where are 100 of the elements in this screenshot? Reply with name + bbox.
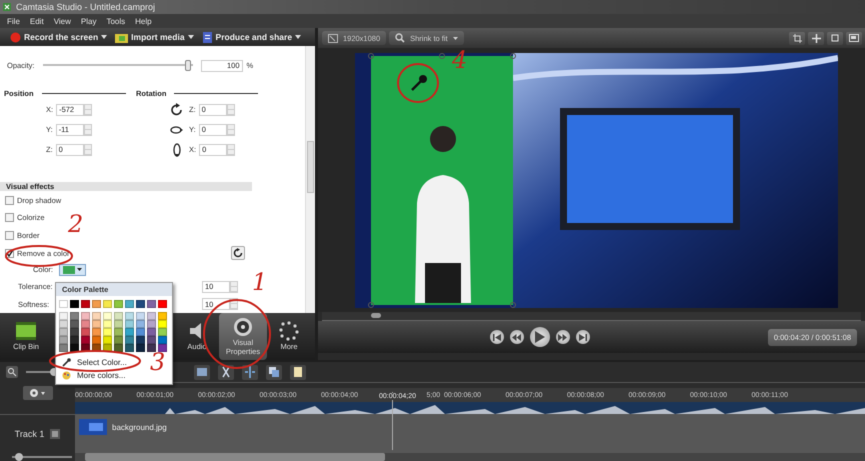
checkbox[interactable] <box>5 231 14 240</box>
color-swatch[interactable] <box>114 300 123 308</box>
color-swatch[interactable] <box>147 344 156 352</box>
lock-button[interactable] <box>50 429 60 439</box>
color-swatch[interactable] <box>158 344 167 352</box>
color-swatch[interactable] <box>92 328 101 336</box>
color-swatch[interactable] <box>136 344 145 352</box>
color-swatch[interactable] <box>81 312 90 320</box>
color-swatch[interactable] <box>114 328 123 336</box>
color-swatch[interactable] <box>136 320 145 328</box>
toolbar-button[interactable]: Produce and share <box>202 32 302 42</box>
rewind-icon <box>512 334 522 340</box>
color-swatch[interactable] <box>103 328 112 336</box>
color-swatch[interactable] <box>125 312 134 320</box>
color-swatch[interactable] <box>125 300 134 308</box>
toolbar-button[interactable]: Import media <box>115 32 194 42</box>
color-swatch[interactable] <box>103 312 112 320</box>
color-swatch[interactable] <box>136 312 145 320</box>
caret-icon <box>101 35 108 39</box>
color-swatch[interactable] <box>59 344 68 352</box>
toolbar-button[interactable] <box>242 364 258 380</box>
color-swatch[interactable] <box>147 312 156 320</box>
color-swatch[interactable] <box>81 300 90 308</box>
color-swatch[interactable] <box>103 336 112 344</box>
color-swatch[interactable] <box>136 328 145 336</box>
color-swatch[interactable] <box>147 300 156 308</box>
color-dropdown[interactable] <box>59 264 86 276</box>
color-swatch[interactable] <box>92 320 101 328</box>
color-swatch[interactable] <box>103 300 112 308</box>
next-button[interactable] <box>576 330 590 344</box>
color-swatch[interactable] <box>125 344 134 352</box>
scrub-thumb[interactable] <box>370 313 381 318</box>
menu-item[interactable]: File <box>2 16 25 26</box>
spinner[interactable] <box>230 298 238 310</box>
checkbox[interactable] <box>5 213 14 222</box>
color-swatch[interactable] <box>59 336 68 344</box>
color-swatch[interactable] <box>136 336 145 344</box>
fast-forward-button[interactable] <box>556 330 570 344</box>
pan-button[interactable] <box>808 32 824 44</box>
toolbar-button[interactable]: Record the screen <box>10 32 108 42</box>
menu-item[interactable]: Play <box>76 16 102 26</box>
menu-item[interactable]: Help <box>130 16 157 26</box>
color-swatch[interactable] <box>81 336 90 344</box>
color-swatch[interactable] <box>147 336 156 344</box>
color-swatch[interactable] <box>125 320 134 328</box>
color-swatch[interactable] <box>92 300 101 308</box>
color-swatch[interactable] <box>81 320 90 328</box>
color-swatch[interactable] <box>70 328 79 336</box>
color-swatch[interactable] <box>114 320 123 328</box>
crop-button[interactable] <box>789 32 805 44</box>
rewind-button[interactable] <box>510 330 524 344</box>
play-button[interactable] <box>530 327 550 347</box>
toolbar-button[interactable] <box>218 364 234 380</box>
color-swatch[interactable] <box>136 300 145 308</box>
menu-item[interactable]: More colors... <box>56 369 132 382</box>
gear-icon <box>28 388 46 398</box>
document-icon <box>202 32 213 42</box>
slider-thumb[interactable] <box>14 453 23 461</box>
clip-label: background.jpg <box>112 422 167 432</box>
color-swatch[interactable] <box>70 312 79 320</box>
color-swatch[interactable] <box>59 320 68 328</box>
color-swatch[interactable] <box>158 300 167 308</box>
fit-button[interactable] <box>827 32 843 44</box>
color-swatch[interactable] <box>114 336 123 344</box>
color-swatch[interactable] <box>114 312 123 320</box>
color-swatch[interactable] <box>92 336 101 344</box>
color-swatch[interactable] <box>70 344 79 352</box>
detach-button[interactable] <box>846 32 862 44</box>
menu-item[interactable]: Tools <box>101 16 130 26</box>
color-swatch[interactable] <box>92 312 101 320</box>
color-swatch[interactable] <box>103 320 112 328</box>
color-swatch[interactable] <box>59 328 68 336</box>
toolbar-button[interactable] <box>194 364 210 380</box>
color-swatch[interactable] <box>158 328 167 336</box>
window-icon <box>849 34 859 42</box>
color-swatch[interactable] <box>158 312 167 320</box>
slider-thumb[interactable] <box>185 60 192 72</box>
color-swatch[interactable] <box>158 336 167 344</box>
reset-button[interactable] <box>231 246 245 260</box>
previous-button[interactable] <box>490 330 504 344</box>
color-swatch[interactable] <box>70 336 79 344</box>
checkbox[interactable] <box>5 196 14 205</box>
caret-icon <box>188 35 194 39</box>
color-swatch[interactable] <box>59 300 68 308</box>
color-swatch[interactable] <box>158 320 167 328</box>
settings-dropdown[interactable] <box>22 386 52 400</box>
track-name: Track 1 <box>14 429 44 439</box>
toolbar-button[interactable] <box>266 364 282 380</box>
color-swatch[interactable] <box>70 300 79 308</box>
color-swatch[interactable] <box>125 336 134 344</box>
color-swatch[interactable] <box>147 320 156 328</box>
color-swatch[interactable] <box>125 328 134 336</box>
menu-item[interactable]: View <box>48 16 76 26</box>
color-swatch[interactable] <box>59 312 68 320</box>
color-swatch[interactable] <box>114 344 123 352</box>
menu-item[interactable]: Edit <box>24 16 49 26</box>
color-swatch[interactable] <box>70 320 79 328</box>
toolbar-button[interactable] <box>290 364 306 380</box>
color-swatch[interactable] <box>147 328 156 336</box>
color-swatch[interactable] <box>81 328 90 336</box>
